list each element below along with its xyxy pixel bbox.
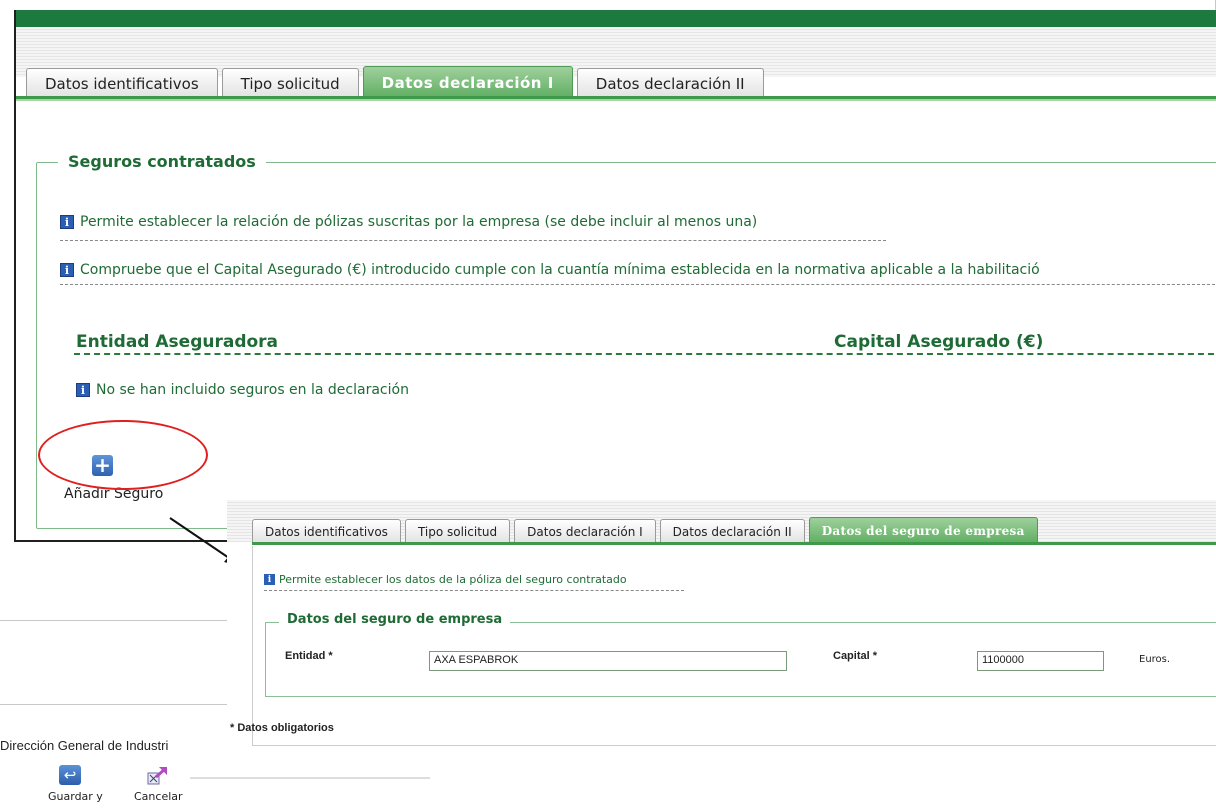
capital-input[interactable]: 1100000 bbox=[977, 651, 1104, 671]
detail-tab-datos-seguro[interactable]: Datos del seguro de empresa bbox=[808, 517, 1038, 543]
cancel-icon[interactable] bbox=[146, 765, 168, 785]
tab-datos-declaracion-ii[interactable]: Datos declaración II bbox=[576, 68, 764, 98]
detail-tab-datos-declaracion-i[interactable]: Datos declaración I bbox=[514, 519, 656, 543]
info-icon: i bbox=[264, 574, 275, 585]
required-note: * Datos obligatorios bbox=[230, 722, 334, 734]
cancel-button[interactable]: Cancelar bbox=[134, 790, 183, 803]
detail-info-text: Permite establecer los datos de la póliz… bbox=[279, 573, 627, 586]
entidad-input[interactable]: AXA ESPABROK bbox=[429, 651, 787, 671]
detail-tab-tipo-solicitud[interactable]: Tipo solicitud bbox=[404, 519, 511, 543]
column-header-capital: Capital Asegurado (€) bbox=[834, 332, 1044, 352]
detail-tabs: Datos identificativos Tipo solicitud Dat… bbox=[252, 517, 1042, 543]
detail-section-title: Datos del seguro de empresa bbox=[279, 612, 511, 627]
arrow-annotation bbox=[169, 517, 240, 566]
save-button[interactable]: Guardar y bbox=[48, 790, 103, 803]
detail-tab-datos-identificativos[interactable]: Datos identificativos bbox=[252, 519, 401, 543]
tab-datos-declaracion-i[interactable]: Datos declaración I bbox=[362, 66, 573, 98]
capital-label: Capital * bbox=[833, 650, 878, 662]
capital-unit: Euros. bbox=[1139, 654, 1171, 665]
entidad-label: Entidad * bbox=[285, 650, 333, 662]
detail-tab-datos-declaracion-ii[interactable]: Datos declaración II bbox=[659, 519, 805, 543]
detail-info-message: i Permite establecer los datos de la pól… bbox=[264, 573, 627, 586]
divider bbox=[264, 590, 684, 591]
save-icon[interactable]: ↩ bbox=[59, 765, 81, 785]
footer-text: Dirección General de Industri bbox=[0, 738, 169, 753]
detail-panel: Datos identificativos Tipo solicitud Dat… bbox=[227, 500, 1216, 809]
toolbar-divider bbox=[190, 777, 430, 779]
detail-tab-underline bbox=[252, 542, 1216, 545]
